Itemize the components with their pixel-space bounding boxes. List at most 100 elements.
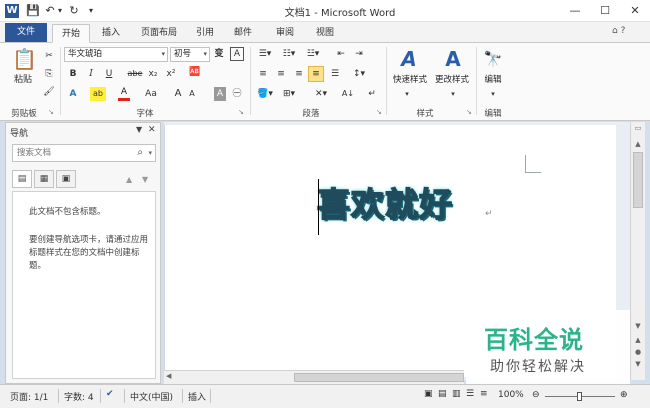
borders-button[interactable]: ⊞▾ xyxy=(280,87,298,101)
proofing-icon[interactable]: ✔ xyxy=(106,389,114,399)
paste-button[interactable]: 粘贴 xyxy=(8,73,38,87)
text-effects-button[interactable]: A xyxy=(66,87,80,101)
customize-toolbar-icon[interactable]: ▾ xyxy=(86,3,96,19)
change-styles-button[interactable]: 更改样式 xyxy=(432,73,472,85)
zoom-slider-knob[interactable] xyxy=(577,392,582,401)
align-left-button[interactable]: ≡ xyxy=(256,67,270,81)
show-marks-button[interactable]: ↵ xyxy=(366,87,378,101)
change-styles-icon[interactable]: A xyxy=(440,47,466,71)
next-page-icon[interactable]: ▼ xyxy=(633,360,643,368)
font-size-combo[interactable]: 初号 ▾ xyxy=(170,47,210,62)
grow-font-button[interactable]: A xyxy=(172,87,184,101)
chinese-layout-button[interactable]: ✕▾ xyxy=(312,87,330,101)
superscript-button[interactable]: x² xyxy=(164,67,178,81)
bold-button[interactable]: B xyxy=(66,67,80,81)
line-spacing-button[interactable]: ↕▾ xyxy=(350,67,368,81)
tab-browse-headings[interactable]: ▤ xyxy=(12,170,32,188)
help-icons[interactable]: ⌂ ? xyxy=(612,26,625,36)
tab-view[interactable]: 视图 xyxy=(308,24,342,43)
format-painter-icon[interactable]: 🖌 xyxy=(42,85,56,99)
strikethrough-button[interactable]: abe xyxy=(126,67,144,81)
multilevel-list-button[interactable]: ☳▾ xyxy=(304,47,322,61)
font-name-combo[interactable]: 华文琥珀 ▾ xyxy=(64,47,168,62)
outline-view-icon[interactable]: ☰ xyxy=(466,389,474,399)
nav-pane-close-icon[interactable]: ✕ xyxy=(148,125,156,135)
chevron-down-icon[interactable]: ▾ xyxy=(148,145,152,161)
cut-icon[interactable]: ✂ xyxy=(42,49,56,63)
highlight-button[interactable]: ab xyxy=(90,87,106,101)
paragraph-launcher-icon[interactable]: ↘ xyxy=(376,108,382,116)
font-color-button[interactable]: A xyxy=(118,87,130,101)
sort-button[interactable]: A↓ xyxy=(340,87,356,101)
save-icon[interactable]: 💾 xyxy=(26,3,40,19)
scroll-up-icon[interactable]: ▲ xyxy=(633,140,643,148)
status-insert-mode[interactable]: 插入 xyxy=(188,390,206,403)
tab-home[interactable]: 开始 xyxy=(52,24,90,43)
phonetic-guide-icon[interactable]: 变 xyxy=(212,47,226,61)
horizontal-scrollbar[interactable]: ◀ xyxy=(164,370,464,384)
next-result-icon[interactable]: ▼ xyxy=(142,175,148,184)
quick-styles-icon[interactable]: A xyxy=(396,47,422,71)
undo-icon[interactable]: ↶ xyxy=(44,3,56,19)
subscript-button[interactable]: x₂ xyxy=(146,67,160,81)
close-button[interactable]: ✕ xyxy=(620,0,650,22)
status-language[interactable]: 中文(中国) xyxy=(130,390,173,403)
previous-result-icon[interactable]: ▲ xyxy=(126,175,132,184)
decrease-indent-button[interactable]: ⇤ xyxy=(334,47,348,61)
zoom-level[interactable]: 100% xyxy=(498,390,524,400)
enclose-characters-button[interactable]: ㊀ xyxy=(230,87,244,101)
font-launcher-icon[interactable]: ↘ xyxy=(238,108,244,116)
shrink-font-button[interactable]: A xyxy=(186,87,198,101)
zoom-in-icon[interactable]: ⊕ xyxy=(620,390,628,400)
paste-icon[interactable]: 📋 xyxy=(12,47,37,71)
increase-indent-button[interactable]: ⇥ xyxy=(352,47,366,61)
zoom-slider[interactable] xyxy=(545,392,615,401)
tab-browse-pages[interactable]: ▦ xyxy=(34,170,54,188)
draft-view-icon[interactable]: ≡ xyxy=(480,389,488,399)
tab-review[interactable]: 审阅 xyxy=(268,24,302,43)
ruler-toggle-icon[interactable]: ▭ xyxy=(633,124,643,132)
align-right-button[interactable]: ≡ xyxy=(292,67,306,81)
redo-icon[interactable]: ↻ xyxy=(68,3,80,19)
shading-button[interactable]: 🪣▾ xyxy=(256,87,274,101)
tab-file[interactable]: 文件 xyxy=(5,23,47,42)
justify-button[interactable]: ≡ xyxy=(308,66,324,82)
search-icon[interactable]: ⌕ xyxy=(137,145,143,161)
bullets-button[interactable]: ☰▾ xyxy=(256,47,274,61)
styles-launcher-icon[interactable]: ↘ xyxy=(466,108,472,116)
status-page[interactable]: 页面: 1/1 xyxy=(10,390,48,403)
web-layout-icon[interactable]: ▥ xyxy=(452,389,461,399)
select-browse-object-icon[interactable]: ● xyxy=(633,348,643,356)
vertical-scroll-thumb[interactable] xyxy=(633,152,643,208)
scroll-down-icon[interactable]: ▼ xyxy=(633,322,643,330)
change-case-button[interactable]: Aa xyxy=(142,87,160,101)
status-word-count[interactable]: 字数: 4 xyxy=(64,390,94,403)
scroll-left-icon[interactable]: ◀ xyxy=(166,372,171,380)
nav-search-input[interactable]: 搜索文档 ⌕ ▾ xyxy=(12,144,156,162)
print-layout-view-icon[interactable]: ▣ xyxy=(424,389,433,399)
italic-button[interactable]: I xyxy=(84,67,98,81)
tab-page-layout[interactable]: 页面布局 xyxy=(132,24,186,43)
binoculars-icon[interactable]: 🔭 xyxy=(482,47,504,71)
align-center-button[interactable]: ≡ xyxy=(274,67,288,81)
numbering-button[interactable]: ☷▾ xyxy=(280,47,298,61)
minimize-button[interactable]: — xyxy=(560,0,590,22)
tab-browse-results[interactable]: ▣ xyxy=(56,170,76,188)
distributed-button[interactable]: ☰ xyxy=(328,67,342,81)
character-border-icon[interactable]: A xyxy=(230,47,244,61)
tab-mailings[interactable]: 邮件 xyxy=(228,24,258,43)
tab-insert[interactable]: 插入 xyxy=(94,24,128,43)
editing-button[interactable]: 编辑 xyxy=(478,73,508,85)
character-shading-button[interactable]: A xyxy=(214,87,226,101)
maximize-button[interactable]: ☐ xyxy=(590,0,620,22)
undo-dropdown-icon[interactable]: ▾ xyxy=(56,3,64,19)
previous-page-icon[interactable]: ▲ xyxy=(633,336,643,344)
vertical-scrollbar[interactable]: ▭ ▲ ▼ ▲ ● ▼ xyxy=(630,122,645,380)
document-text[interactable]: 喜欢就好 xyxy=(316,178,453,226)
clear-formatting-icon[interactable]: 🆎 xyxy=(188,65,202,79)
underline-button[interactable]: U xyxy=(102,67,116,81)
copy-icon[interactable]: ⎘ xyxy=(42,67,56,81)
nav-pane-options-icon[interactable]: ▼ xyxy=(136,125,142,134)
full-screen-reading-icon[interactable]: ▤ xyxy=(438,389,447,399)
tab-references[interactable]: 引用 xyxy=(190,24,220,43)
